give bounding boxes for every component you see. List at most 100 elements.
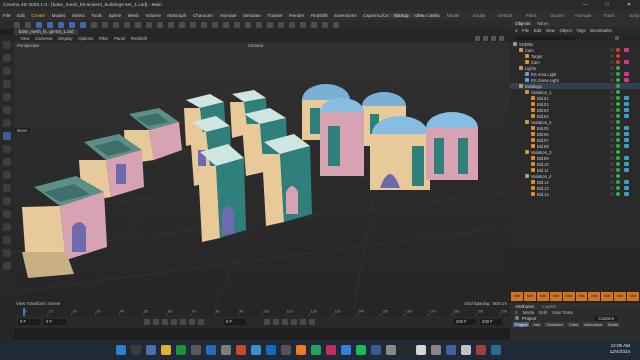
layer-checkbox[interactable] bbox=[610, 78, 614, 82]
visibility-dot[interactable] bbox=[616, 72, 620, 76]
grid-icon[interactable] bbox=[322, 21, 328, 28]
autokey-button[interactable] bbox=[273, 319, 279, 325]
photoshop-icon[interactable] bbox=[266, 345, 276, 355]
enable-axis-icon[interactable] bbox=[3, 223, 11, 231]
search-input[interactable] bbox=[515, 35, 575, 40]
material-tag-icon[interactable] bbox=[624, 156, 629, 160]
viewport-menu-filter[interactable]: Filter bbox=[99, 36, 109, 41]
layer-checkbox[interactable] bbox=[610, 108, 614, 112]
visibility-dot[interactable] bbox=[616, 114, 620, 118]
firefox-icon[interactable] bbox=[296, 345, 306, 355]
play-button[interactable] bbox=[171, 319, 177, 325]
settings-icon[interactable] bbox=[333, 21, 339, 28]
objects-menu-view[interactable]: View bbox=[546, 28, 555, 33]
material-tag-icon[interactable] bbox=[624, 48, 629, 52]
viewport-solo-icon[interactable] bbox=[3, 262, 11, 270]
visibility-dot[interactable] bbox=[616, 48, 620, 52]
objects-menu-bookmarks[interactable]: Bookmarks bbox=[590, 28, 612, 33]
vscode-icon[interactable] bbox=[491, 345, 501, 355]
edges-mode-icon[interactable] bbox=[3, 54, 11, 62]
record-button[interactable] bbox=[264, 319, 270, 325]
next-frame-button[interactable] bbox=[180, 319, 186, 325]
field-icon[interactable] bbox=[212, 21, 218, 28]
prev-key-button[interactable] bbox=[153, 319, 159, 325]
material-swatch[interactable]: Mat bbox=[536, 292, 549, 301]
render-settings-icon[interactable] bbox=[157, 21, 163, 28]
live-selection-icon[interactable] bbox=[3, 119, 11, 127]
material-swatch[interactable]: Mat bbox=[614, 292, 627, 301]
cloner-icon[interactable] bbox=[201, 21, 207, 28]
layout-tab-animate[interactable]: Animate bbox=[570, 13, 596, 18]
cinema4d-icon[interactable] bbox=[341, 345, 351, 355]
layer-checkbox[interactable] bbox=[610, 186, 614, 190]
layer-checkbox[interactable] bbox=[610, 54, 614, 58]
material-tag-icon[interactable] bbox=[624, 144, 629, 148]
select-icon[interactable] bbox=[36, 21, 42, 28]
material-swatch[interactable]: Mat bbox=[511, 292, 523, 301]
maximize-view-icon[interactable] bbox=[499, 36, 504, 41]
viewport-menu-options[interactable]: Options bbox=[78, 36, 93, 41]
polygons-mode-icon[interactable] bbox=[3, 67, 11, 75]
hamburger-icon[interactable]: ≡ bbox=[515, 28, 518, 33]
recent-tool-icon[interactable] bbox=[80, 21, 86, 28]
start-frame-field[interactable]: 0 F bbox=[18, 319, 40, 325]
redshift-icon[interactable] bbox=[289, 21, 295, 28]
visibility-dot[interactable] bbox=[616, 102, 620, 106]
minimize-button[interactable]: — bbox=[574, 0, 596, 10]
material-swatch[interactable]: Mat bbox=[523, 292, 536, 301]
texture-mode-icon[interactable] bbox=[3, 210, 11, 218]
visibility-dot[interactable] bbox=[616, 186, 620, 190]
layer-checkbox[interactable] bbox=[610, 162, 614, 166]
keyframe-button[interactable] bbox=[282, 319, 288, 325]
layer-checkbox[interactable] bbox=[610, 180, 614, 184]
blender-icon[interactable] bbox=[251, 345, 261, 355]
layers-tab[interactable]: Layers bbox=[542, 304, 556, 309]
deformer-icon[interactable] bbox=[223, 21, 229, 28]
tab-takes[interactable]: Takes bbox=[537, 21, 549, 26]
move-tool-icon[interactable] bbox=[3, 132, 11, 140]
light-icon[interactable] bbox=[256, 21, 262, 28]
layer-checkbox[interactable] bbox=[610, 192, 614, 196]
material-tag-icon[interactable] bbox=[624, 168, 629, 172]
material-tag-icon[interactable] bbox=[624, 132, 629, 136]
file-explorer-icon[interactable] bbox=[161, 345, 171, 355]
visibility-dot[interactable] bbox=[616, 156, 620, 160]
menu-tools[interactable]: Tools bbox=[91, 13, 102, 18]
visibility-dot[interactable] bbox=[616, 132, 620, 136]
menu-spline[interactable]: Spline bbox=[108, 13, 121, 18]
rotation-key-button[interactable] bbox=[300, 319, 306, 325]
layout-tab-model[interactable]: Model bbox=[440, 13, 466, 18]
layout-tab-standard[interactable]: Standard bbox=[414, 13, 440, 18]
material-tag-icon[interactable] bbox=[624, 114, 629, 118]
tab-objects[interactable]: Objects bbox=[515, 21, 531, 26]
prev-frame-button[interactable] bbox=[162, 319, 168, 325]
position-key-button[interactable] bbox=[291, 319, 297, 325]
viewport-menu-view[interactable]: View bbox=[20, 36, 29, 41]
3d-viewport[interactable]: Perspective Camera Move View Transform: … bbox=[14, 42, 510, 308]
settings-icon[interactable] bbox=[221, 345, 231, 355]
visibility-dot[interactable] bbox=[616, 84, 620, 88]
material-swatch[interactable]: Mat bbox=[627, 292, 640, 301]
layer-checkbox[interactable] bbox=[610, 156, 614, 160]
substance-icon[interactable] bbox=[446, 345, 456, 355]
search-icon[interactable] bbox=[131, 345, 141, 355]
visibility-dot[interactable] bbox=[616, 126, 620, 130]
menu-create[interactable]: Create bbox=[31, 13, 45, 18]
ipr-icon[interactable] bbox=[300, 21, 306, 28]
windows-start-icon[interactable] bbox=[116, 345, 126, 355]
attr-tab-animation[interactable]: Animation bbox=[582, 322, 605, 327]
material-swatch[interactable]: Mat bbox=[588, 292, 601, 301]
attr-tab-xrefs[interactable]: Xrefs bbox=[567, 322, 581, 327]
menu-select[interactable]: Select bbox=[72, 13, 85, 18]
layer-checkbox[interactable] bbox=[610, 60, 614, 64]
material-tag-icon[interactable] bbox=[624, 138, 629, 142]
pan-icon[interactable] bbox=[475, 36, 480, 41]
unreal-icon[interactable] bbox=[236, 345, 246, 355]
snap-tool-icon[interactable] bbox=[3, 171, 11, 179]
object-row[interactable]: Bld.14 bbox=[510, 191, 640, 197]
menu-modes[interactable]: Modes bbox=[52, 13, 66, 18]
mail-icon[interactable] bbox=[401, 345, 411, 355]
material-swatch[interactable]: Mat bbox=[549, 292, 562, 301]
layout-tab-script[interactable]: Script bbox=[622, 13, 640, 18]
layer-checkbox[interactable] bbox=[610, 114, 614, 118]
